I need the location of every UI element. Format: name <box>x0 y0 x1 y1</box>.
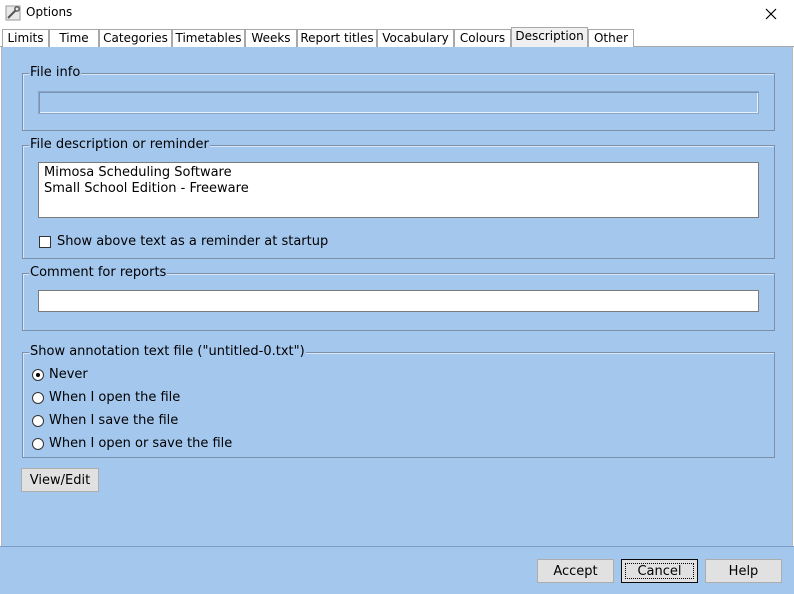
annotation-group: Show annotation text file ("untitled-0.t… <box>22 344 775 458</box>
tab-other[interactable]: Other <box>588 29 634 47</box>
description-line-2: Small School Edition - Freeware <box>44 181 249 196</box>
tab-categories[interactable]: Categories <box>99 29 172 47</box>
annotation-legend: Show annotation text file ("untitled-0.t… <box>29 344 306 360</box>
close-icon <box>765 8 777 19</box>
help-button[interactable]: Help <box>705 559 782 583</box>
tab-limits[interactable]: Limits <box>2 29 49 47</box>
radio-never[interactable] <box>32 369 44 381</box>
radio-save-label[interactable]: When I save the file <box>49 413 178 429</box>
wrench-icon <box>5 5 21 21</box>
reminder-checkbox[interactable] <box>39 236 51 248</box>
comment-input[interactable] <box>38 290 759 312</box>
tab-vocabulary[interactable]: Vocabulary <box>377 29 454 47</box>
comment-legend: Comment for reports <box>29 265 168 281</box>
button-bar: Accept Cancel Help <box>0 546 794 594</box>
cancel-button[interactable]: Cancel <box>621 559 698 583</box>
description-panel: File info File description or reminder M… <box>1 47 793 546</box>
radio-never-label[interactable]: Never <box>49 367 88 383</box>
options-window: Options Limits Time Categories Timetable… <box>0 0 794 594</box>
view-edit-button[interactable]: View/Edit <box>21 468 99 492</box>
description-line-1: Mimosa Scheduling Software <box>44 165 232 180</box>
tab-weeks[interactable]: Weeks <box>245 29 297 47</box>
comment-group: Comment for reports <box>22 265 775 331</box>
file-info-field <box>38 91 759 114</box>
radio-open-or-save[interactable] <box>32 438 44 450</box>
radio-save[interactable] <box>32 415 44 427</box>
tab-report-titles[interactable]: Report titles <box>297 29 377 47</box>
tab-time[interactable]: Time <box>49 29 99 47</box>
file-description-group: File description or reminder Mimosa Sche… <box>22 137 775 259</box>
file-description-textarea[interactable]: Mimosa Scheduling Software Small School … <box>38 162 759 218</box>
file-info-group: File info <box>22 65 775 131</box>
radio-open-label[interactable]: When I open the file <box>49 390 180 406</box>
focus-ring <box>625 563 694 579</box>
close-button[interactable] <box>748 0 794 27</box>
tab-description[interactable]: Description <box>511 27 588 47</box>
reminder-checkbox-label[interactable]: Show above text as a reminder at startup <box>57 234 328 250</box>
file-info-legend: File info <box>29 65 82 81</box>
accept-button[interactable]: Accept <box>537 559 614 583</box>
tab-timetables[interactable]: Timetables <box>172 29 245 47</box>
tab-colours[interactable]: Colours <box>454 29 511 47</box>
radio-open[interactable] <box>32 392 44 404</box>
radio-open-or-save-label[interactable]: When I open or save the file <box>49 436 232 452</box>
title-bar: Options <box>0 0 794 27</box>
window-title: Options <box>26 5 73 19</box>
file-description-legend: File description or reminder <box>29 137 210 153</box>
